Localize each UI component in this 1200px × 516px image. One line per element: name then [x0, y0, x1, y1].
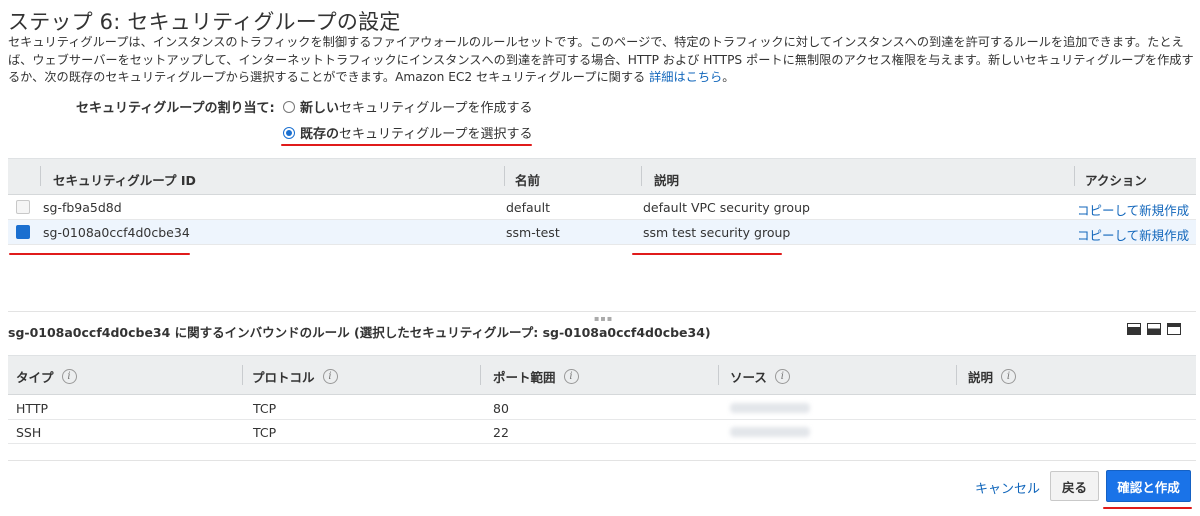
radio-button-selected[interactable]: [283, 126, 295, 139]
table-row: SSH TCP 22: [8, 420, 1196, 444]
column-divider: [1074, 166, 1075, 186]
column-header-action: アクション: [1085, 173, 1147, 188]
row-checkbox-checked[interactable]: [16, 225, 30, 239]
copy-new-link[interactable]: コピーして新規作成: [1077, 225, 1189, 244]
info-icon[interactable]: i: [563, 369, 579, 384]
redacted-source: [730, 427, 810, 437]
sg-id: sg-0108a0ccf4d0cbe34: [43, 225, 190, 240]
rule-port: 80: [493, 401, 509, 416]
table-row: HTTP TCP 80: [8, 396, 1196, 420]
info-icon[interactable]: i: [322, 369, 338, 384]
sg-name: ssm-test: [506, 225, 560, 240]
annotation-underline: [9, 253, 190, 255]
column-header-port-range: ポート範囲 i: [493, 367, 579, 386]
radio-button[interactable]: [283, 100, 295, 113]
column-divider: [718, 365, 719, 385]
inbound-rules-title: sg-0108a0ccf4d0cbe34 に関するインバウンドのルール (選択し…: [8, 325, 711, 340]
rule-protocol: TCP: [253, 425, 277, 440]
sg-description: default VPC security group: [643, 200, 810, 215]
info-icon[interactable]: i: [61, 369, 77, 384]
sg-description: ssm test security group: [643, 225, 791, 240]
column-header-description: 説明 i: [968, 367, 1017, 386]
column-divider: [480, 365, 481, 385]
column-header-source: ソース i: [730, 367, 790, 386]
annotation-underline: [281, 144, 532, 146]
page-title: ステップ 6: セキュリティグループの設定: [8, 10, 401, 34]
layout-top-icon[interactable]: [1167, 323, 1181, 335]
annotation-underline: [632, 253, 782, 255]
radio-create-new[interactable]: 新しい セキュリティグループを作成する: [283, 97, 532, 116]
rule-port: 22: [493, 425, 509, 440]
redacted-source: [730, 403, 810, 413]
cancel-button[interactable]: キャンセル: [975, 478, 1040, 497]
back-button[interactable]: 戻る: [1050, 471, 1099, 501]
column-header-description[interactable]: 説明: [654, 170, 679, 189]
column-divider: [641, 166, 642, 186]
row-checkbox[interactable]: [16, 200, 30, 214]
rule-protocol: TCP: [253, 401, 277, 416]
annotation-underline: [1103, 507, 1192, 509]
column-divider: [40, 166, 41, 186]
table-row-selected[interactable]: sg-0108a0ccf4d0cbe34 ssm-test ssm test s…: [8, 220, 1196, 245]
rule-type: SSH: [16, 425, 42, 440]
footer-divider: [8, 460, 1196, 461]
column-divider: [504, 166, 505, 186]
column-divider: [242, 365, 243, 385]
column-header-sg-id[interactable]: セキュリティグループ ID: [53, 170, 196, 189]
page-description: セキュリティグループは、インスタンスのトラフィックを制御するファイアウォールのル…: [8, 35, 1194, 84]
panel-divider: [8, 311, 1196, 312]
info-icon[interactable]: i: [774, 369, 790, 384]
sg-assignment-label: セキュリティグループの割り当て:: [76, 101, 275, 116]
rule-type: HTTP: [16, 401, 48, 416]
layout-split-icon[interactable]: [1147, 323, 1161, 335]
copy-new-link[interactable]: コピーして新規作成: [1077, 200, 1189, 219]
sg-name: default: [506, 200, 550, 215]
layout-toggle-group: [1127, 323, 1181, 335]
info-icon[interactable]: i: [1001, 369, 1017, 384]
rules-table-header: [8, 355, 1196, 395]
details-link[interactable]: 詳細はこちら: [649, 70, 722, 84]
radio-select-existing[interactable]: 既存の セキュリティグループを選択する: [283, 123, 532, 142]
review-and-launch-button[interactable]: 確認と作成: [1106, 470, 1191, 502]
column-header-type: タイプ i: [16, 367, 77, 386]
layout-bottom-icon[interactable]: [1127, 323, 1141, 335]
sg-id: sg-fb9a5d8d: [43, 200, 122, 215]
table-row[interactable]: sg-fb9a5d8d default default VPC security…: [8, 195, 1196, 220]
column-header-protocol: プロトコル i: [252, 367, 338, 386]
column-divider: [956, 365, 957, 385]
column-header-name[interactable]: 名前: [515, 170, 540, 189]
